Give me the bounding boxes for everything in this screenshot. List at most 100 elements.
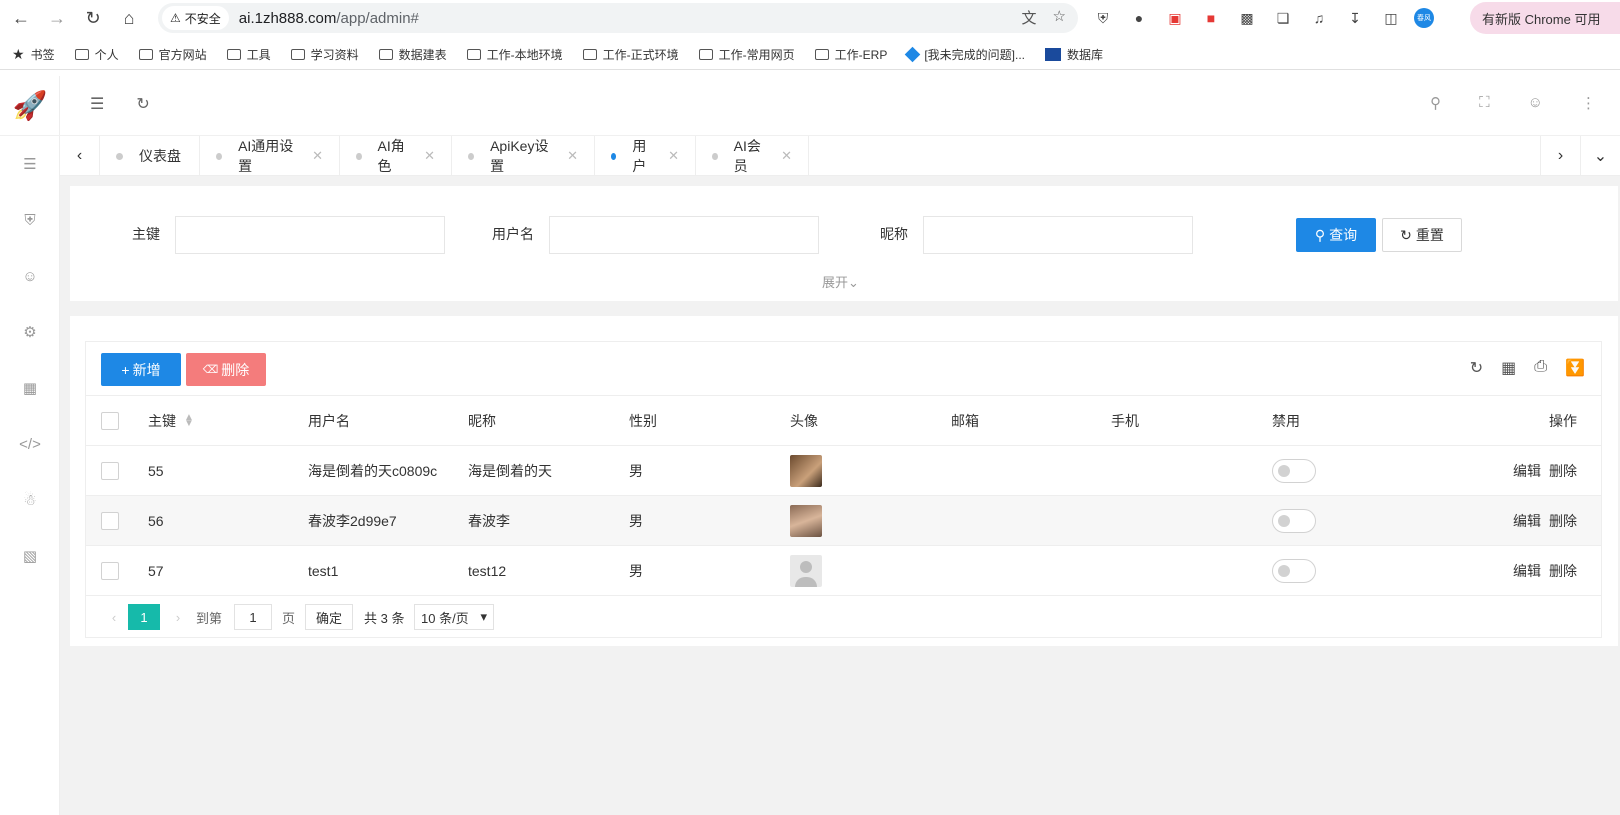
bookmark-star-icon[interactable]: ☆ <box>1053 7 1066 28</box>
user-icon[interactable]: ☺ <box>0 248 60 304</box>
delete-button[interactable]: 删除 <box>1549 461 1577 481</box>
account-icon[interactable]: ☺ <box>1528 94 1543 112</box>
tab-3[interactable]: ApiKey设置 ✕ <box>452 136 595 176</box>
fe-extension-icon[interactable]: ▣ <box>1162 6 1188 30</box>
refresh-icon[interactable]: ↻ <box>136 94 149 114</box>
avatar[interactable] <box>790 505 822 537</box>
delete-button[interactable]: 删除 <box>1549 561 1577 581</box>
building-icon[interactable]: ▧ <box>0 528 60 584</box>
bookmark-item[interactable]: 工作-常用网页 <box>698 46 795 63</box>
sidepanel-icon[interactable]: ◫ <box>1378 6 1404 30</box>
forward-icon[interactable]: → <box>40 1 74 35</box>
media-icon[interactable]: ♫ <box>1306 6 1332 30</box>
edit-button[interactable]: 编辑 <box>1513 511 1541 531</box>
goto-confirm-button[interactable]: 确定 <box>305 604 353 630</box>
row-checkbox[interactable] <box>101 462 119 480</box>
avatar[interactable] <box>790 555 822 587</box>
download-icon[interactable]: ↧ <box>1342 6 1368 30</box>
search-icon[interactable]: ⚲ <box>1430 94 1441 112</box>
disable-toggle[interactable] <box>1272 559 1316 583</box>
bookmark-item[interactable]: [我未完成的问题]... <box>905 46 1025 63</box>
tab-1[interactable]: AI通用设置 ✕ <box>200 136 340 176</box>
close-tab-icon[interactable]: ✕ <box>781 148 792 164</box>
refresh-table-icon[interactable]: ↻ <box>1470 358 1483 378</box>
bookmark-item[interactable]: 数据库 <box>1045 46 1103 63</box>
avatar[interactable] <box>790 455 822 487</box>
puzzle-extension-icon[interactable]: ❏ <box>1270 6 1296 30</box>
row-checkbox[interactable] <box>101 562 119 580</box>
page-size-select[interactable]: 10 条/页 ▾ <box>414 604 494 630</box>
bookmark-item[interactable]: 数据建表 <box>378 46 447 63</box>
reload-icon[interactable]: ↻ <box>76 1 110 35</box>
translate-icon[interactable]: 文 <box>1022 7 1037 28</box>
close-tab-icon[interactable]: ✕ <box>312 148 323 164</box>
back-icon[interactable]: ← <box>4 1 38 35</box>
bookmark-item[interactable]: 工作-本地环境 <box>466 46 563 63</box>
goto-page-input[interactable]: 1 <box>234 604 272 630</box>
bookmark-item[interactable]: 学习资料 <box>290 46 359 63</box>
screenshot-extension-icon[interactable]: ▩ <box>1234 6 1260 30</box>
code-icon[interactable]: </> <box>0 416 60 472</box>
profile-avatar[interactable]: 春风 <box>1414 8 1434 28</box>
username-input[interactable] <box>549 216 819 254</box>
insecure-badge[interactable]: ⚠ 不安全 <box>162 6 229 30</box>
address-bar[interactable]: ⚠ 不安全 ai.1zh888.com/app/admin# 文 ☆ <box>158 3 1078 33</box>
chrome-update-button[interactable]: 有新版 Chrome 可用 <box>1470 2 1620 34</box>
shield-check-icon[interactable]: ⛨ <box>0 192 60 248</box>
export-icon[interactable]: ⏬ <box>1565 358 1585 378</box>
bookmark-item[interactable]: 个人 <box>74 46 119 63</box>
reset-label: 重置 <box>1415 227 1444 243</box>
url-path: /app/admin# <box>336 9 419 27</box>
nickname-input[interactable] <box>923 216 1193 254</box>
tab-0[interactable]: 仪表盘 <box>100 136 200 176</box>
delete-button[interactable]: 删除 <box>1549 511 1577 531</box>
close-tab-icon[interactable]: ✕ <box>668 148 679 164</box>
tabs-prev-icon[interactable]: ‹ <box>60 136 100 176</box>
fullscreen-icon[interactable]: ⛶ <box>1479 94 1490 112</box>
edit-button[interactable]: 编辑 <box>1513 461 1541 481</box>
columns-icon[interactable]: ▦ <box>1501 358 1516 378</box>
reset-button[interactable]: ↻ 重置 <box>1382 218 1462 252</box>
apps-icon[interactable]: ▦ <box>0 360 60 416</box>
folder-icon <box>138 49 153 60</box>
bookmark-item[interactable]: 工作-ERP <box>814 46 887 63</box>
disable-toggle[interactable] <box>1272 459 1316 483</box>
disable-toggle[interactable] <box>1272 509 1316 533</box>
bookmark-item[interactable]: 官方网站 <box>138 46 207 63</box>
actions-cell: 编辑 删除 <box>1505 546 1577 596</box>
sort-icon[interactable]: ▲ ▼ <box>184 413 194 429</box>
more-vertical-icon[interactable]: ⋮ <box>1581 94 1596 112</box>
home-icon[interactable]: ⌂ <box>112 1 146 35</box>
query-button[interactable]: ⚲ 查询 <box>1296 218 1376 252</box>
close-tab-icon[interactable]: ✕ <box>424 148 435 164</box>
print-icon[interactable]: ⎙ <box>1534 358 1547 378</box>
android-icon[interactable]: ☃ <box>0 472 60 528</box>
bookmark-item[interactable]: 工作-正式环境 <box>582 46 679 63</box>
add-button[interactable]: + 新增 <box>101 353 181 386</box>
select-all-checkbox[interactable] <box>101 412 119 430</box>
tabs-dropdown-icon[interactable]: ⌄ <box>1580 136 1620 176</box>
bookmark-item[interactable]: 工具 <box>226 46 271 63</box>
next-page-icon[interactable]: › <box>168 604 188 630</box>
column-header[interactable]: 主键 ▲ ▼ <box>148 396 194 446</box>
prev-page-icon[interactable]: ‹ <box>104 604 124 630</box>
menu-toggle-icon[interactable]: ☰ <box>90 94 104 114</box>
tab-2[interactable]: AI角色 ✕ <box>340 136 452 176</box>
cookie-extension-icon[interactable]: ● <box>1126 6 1152 30</box>
username-cell: 海是倒着的天c0809c <box>308 463 438 479</box>
red-extension-icon[interactable]: ■ <box>1198 6 1224 30</box>
shield-extension-icon[interactable]: ⛨ <box>1090 6 1116 30</box>
id-input[interactable] <box>175 216 445 254</box>
tab-4[interactable]: 用户 ✕ <box>595 136 696 176</box>
tab-5[interactable]: AI会员 ✕ <box>696 136 809 176</box>
edit-button[interactable]: 编辑 <box>1513 561 1541 581</box>
close-tab-icon[interactable]: ✕ <box>567 148 578 164</box>
batch-delete-button[interactable]: ⌫ 删除 <box>186 353 266 386</box>
expand-toggle[interactable]: 展开⌄ <box>822 272 859 291</box>
current-page[interactable]: 1 <box>128 604 160 630</box>
bookmark-item[interactable]: ★ 书签 <box>12 46 55 63</box>
row-checkbox[interactable] <box>101 512 119 530</box>
tabs-next-icon[interactable]: › <box>1540 136 1580 176</box>
layers-icon[interactable]: ☰ <box>0 136 60 192</box>
settings-icon[interactable]: ⚙ <box>0 304 60 360</box>
